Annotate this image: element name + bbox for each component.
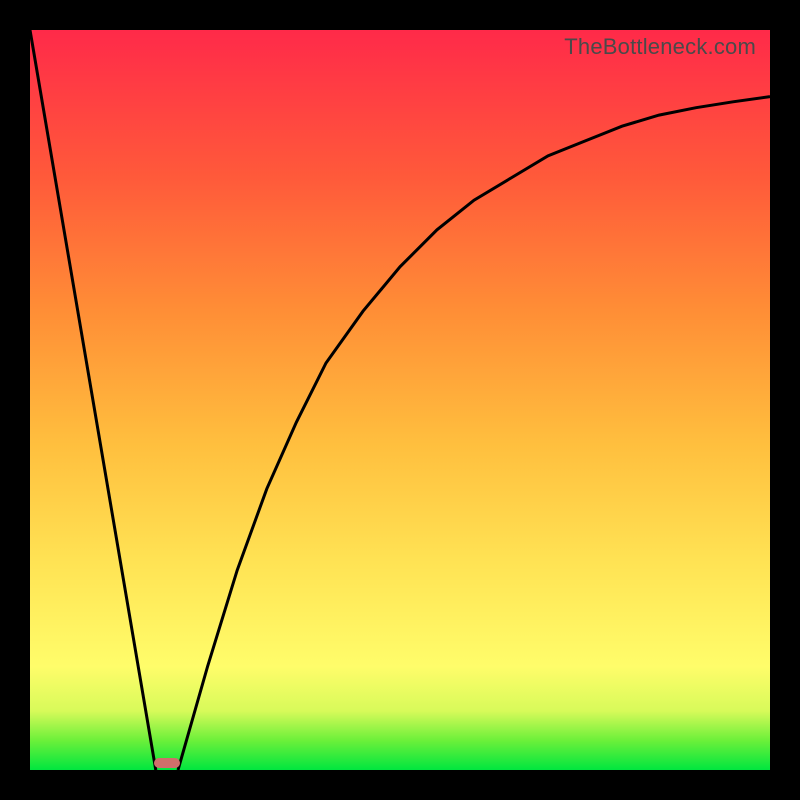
curve-layer (30, 30, 770, 770)
plot-area: TheBottleneck.com (30, 30, 770, 770)
right-branch-curve (178, 97, 770, 770)
bottleneck-marker (154, 758, 181, 768)
chart-frame: TheBottleneck.com (0, 0, 800, 800)
left-branch-curve (30, 30, 156, 770)
